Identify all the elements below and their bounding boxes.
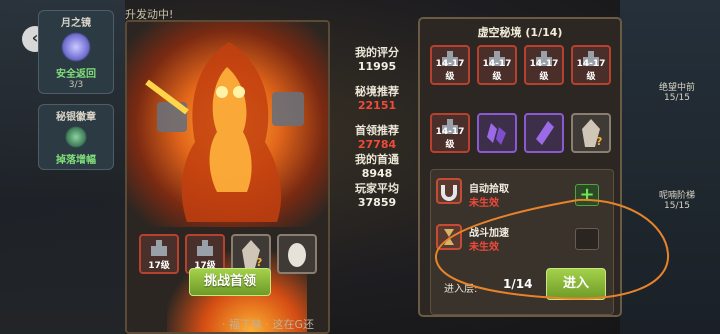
boss-recommended-label: 首领推荐 — [355, 124, 399, 137]
purple-crystal-icon — [536, 121, 554, 145]
moon-mirror-count: 3/3 — [68, 80, 84, 90]
enter-button[interactable]: 进入 — [546, 268, 606, 300]
grid-item-1[interactable]: 14-17级 — [430, 45, 470, 85]
battle-speed-label: 战斗加速 — [469, 228, 509, 239]
mithril-badge-card[interactable]: 秘银徽章 掉落增幅 — [38, 104, 114, 170]
grid-item-4[interactable]: 14-17级 — [571, 45, 611, 85]
floor-label: 进入层: — [444, 284, 478, 295]
moon-mirror-sub: 安全返回 — [56, 69, 96, 80]
floor-value[interactable]: 1/14 — [503, 277, 532, 291]
auto-pickup-toggle[interactable]: + — [575, 184, 599, 206]
void-realm-panel: 虚空秘境 (1/14) 14-17级 14-17级 14-17级 14-17级 … — [418, 17, 622, 317]
reward-item-1-level: 17级 — [148, 261, 170, 271]
despair-card-title: 绝望中前 — [658, 83, 695, 93]
egg-icon — [288, 243, 306, 267]
auto-pickup-label: 自动拾取 — [469, 184, 509, 195]
right-background-strip — [620, 0, 720, 334]
auto-pickup-status: 未生效 — [469, 198, 499, 209]
bottom-ticker-text: · 福丁味 · 这在G还 — [222, 318, 315, 331]
crystal-icon: ? — [582, 119, 602, 148]
grid-item-5[interactable]: 14-17级 — [430, 113, 470, 153]
grid-item-2-level: 14-17级 — [482, 59, 512, 82]
mithril-badge-sub: 掉落增幅 — [56, 155, 96, 166]
grid-item-8[interactable]: ? — [571, 113, 611, 153]
grid-item-4-level: 14-17级 — [576, 59, 606, 82]
my-first-clear-value: 8948 — [361, 167, 393, 180]
mithril-badge-icon — [65, 126, 87, 148]
void-realm-title: 虚空秘境 (1/14) — [477, 26, 563, 39]
player-average-label: 玩家平均 — [355, 182, 399, 195]
despair-card[interactable]: 绝望中前 15/15 — [640, 80, 714, 103]
player-average-value: 37859 — [357, 196, 397, 209]
grid-item-3[interactable]: 14-17级 — [524, 45, 564, 85]
crystal-icon: ? — [242, 240, 262, 269]
magnet-icon — [436, 178, 462, 204]
purple-crystal-icon — [487, 123, 506, 145]
whisper-stairs-title: 呢喃阶梯 — [658, 191, 695, 201]
reward-item-1[interactable]: 17级 — [139, 234, 179, 274]
grid-item-7[interactable] — [524, 113, 564, 153]
recommended-label: 秘境推荐 — [355, 85, 399, 98]
grid-item-5-level: 14-17级 — [435, 127, 465, 150]
my-first-clear-label: 我的首通 — [355, 153, 399, 166]
settings-panel: 自动拾取 未生效 + 战斗加速 未生效 进入层: 1/14 进入 — [430, 169, 614, 315]
grid-item-3-level: 14-17级 — [529, 59, 559, 82]
moon-mirror-card[interactable]: 月之镜 安全返回 3/3 — [38, 10, 114, 94]
moon-mirror-title: 月之镜 — [61, 18, 91, 29]
grid-item-2[interactable]: 14-17级 — [477, 45, 517, 85]
grid-item-1-level: 14-17级 — [435, 59, 465, 82]
boss-recommended-value: 27784 — [357, 138, 397, 151]
reward-item-4[interactable] — [277, 234, 317, 274]
moon-mirror-icon — [61, 32, 91, 62]
battle-speed-toggle[interactable] — [575, 228, 599, 250]
battle-speed-status: 未生效 — [469, 242, 499, 253]
grid-item-6[interactable] — [477, 113, 517, 153]
mithril-badge-title: 秘银徽章 — [56, 112, 96, 123]
stats-column: 我的评分 11995 秘境推荐 22151 首领推荐 27784 我的首通 89… — [333, 44, 421, 217]
despair-card-count: 15/15 — [664, 93, 690, 103]
my-score-value: 11995 — [357, 60, 397, 73]
hourglass-icon — [436, 224, 462, 250]
boss-panel: 17级 17级 ? 挑战首领 — [125, 20, 330, 334]
svg-text:?: ? — [596, 135, 602, 148]
challenge-boss-button[interactable]: 挑战首领 — [189, 268, 271, 296]
boss-portrait — [127, 22, 328, 227]
recommended-value: 22151 — [357, 99, 397, 112]
my-score-label: 我的评分 — [355, 46, 399, 59]
whisper-stairs-count: 15/15 — [664, 201, 690, 211]
whisper-stairs-card[interactable]: 呢喃阶梯 15/15 — [640, 188, 714, 211]
